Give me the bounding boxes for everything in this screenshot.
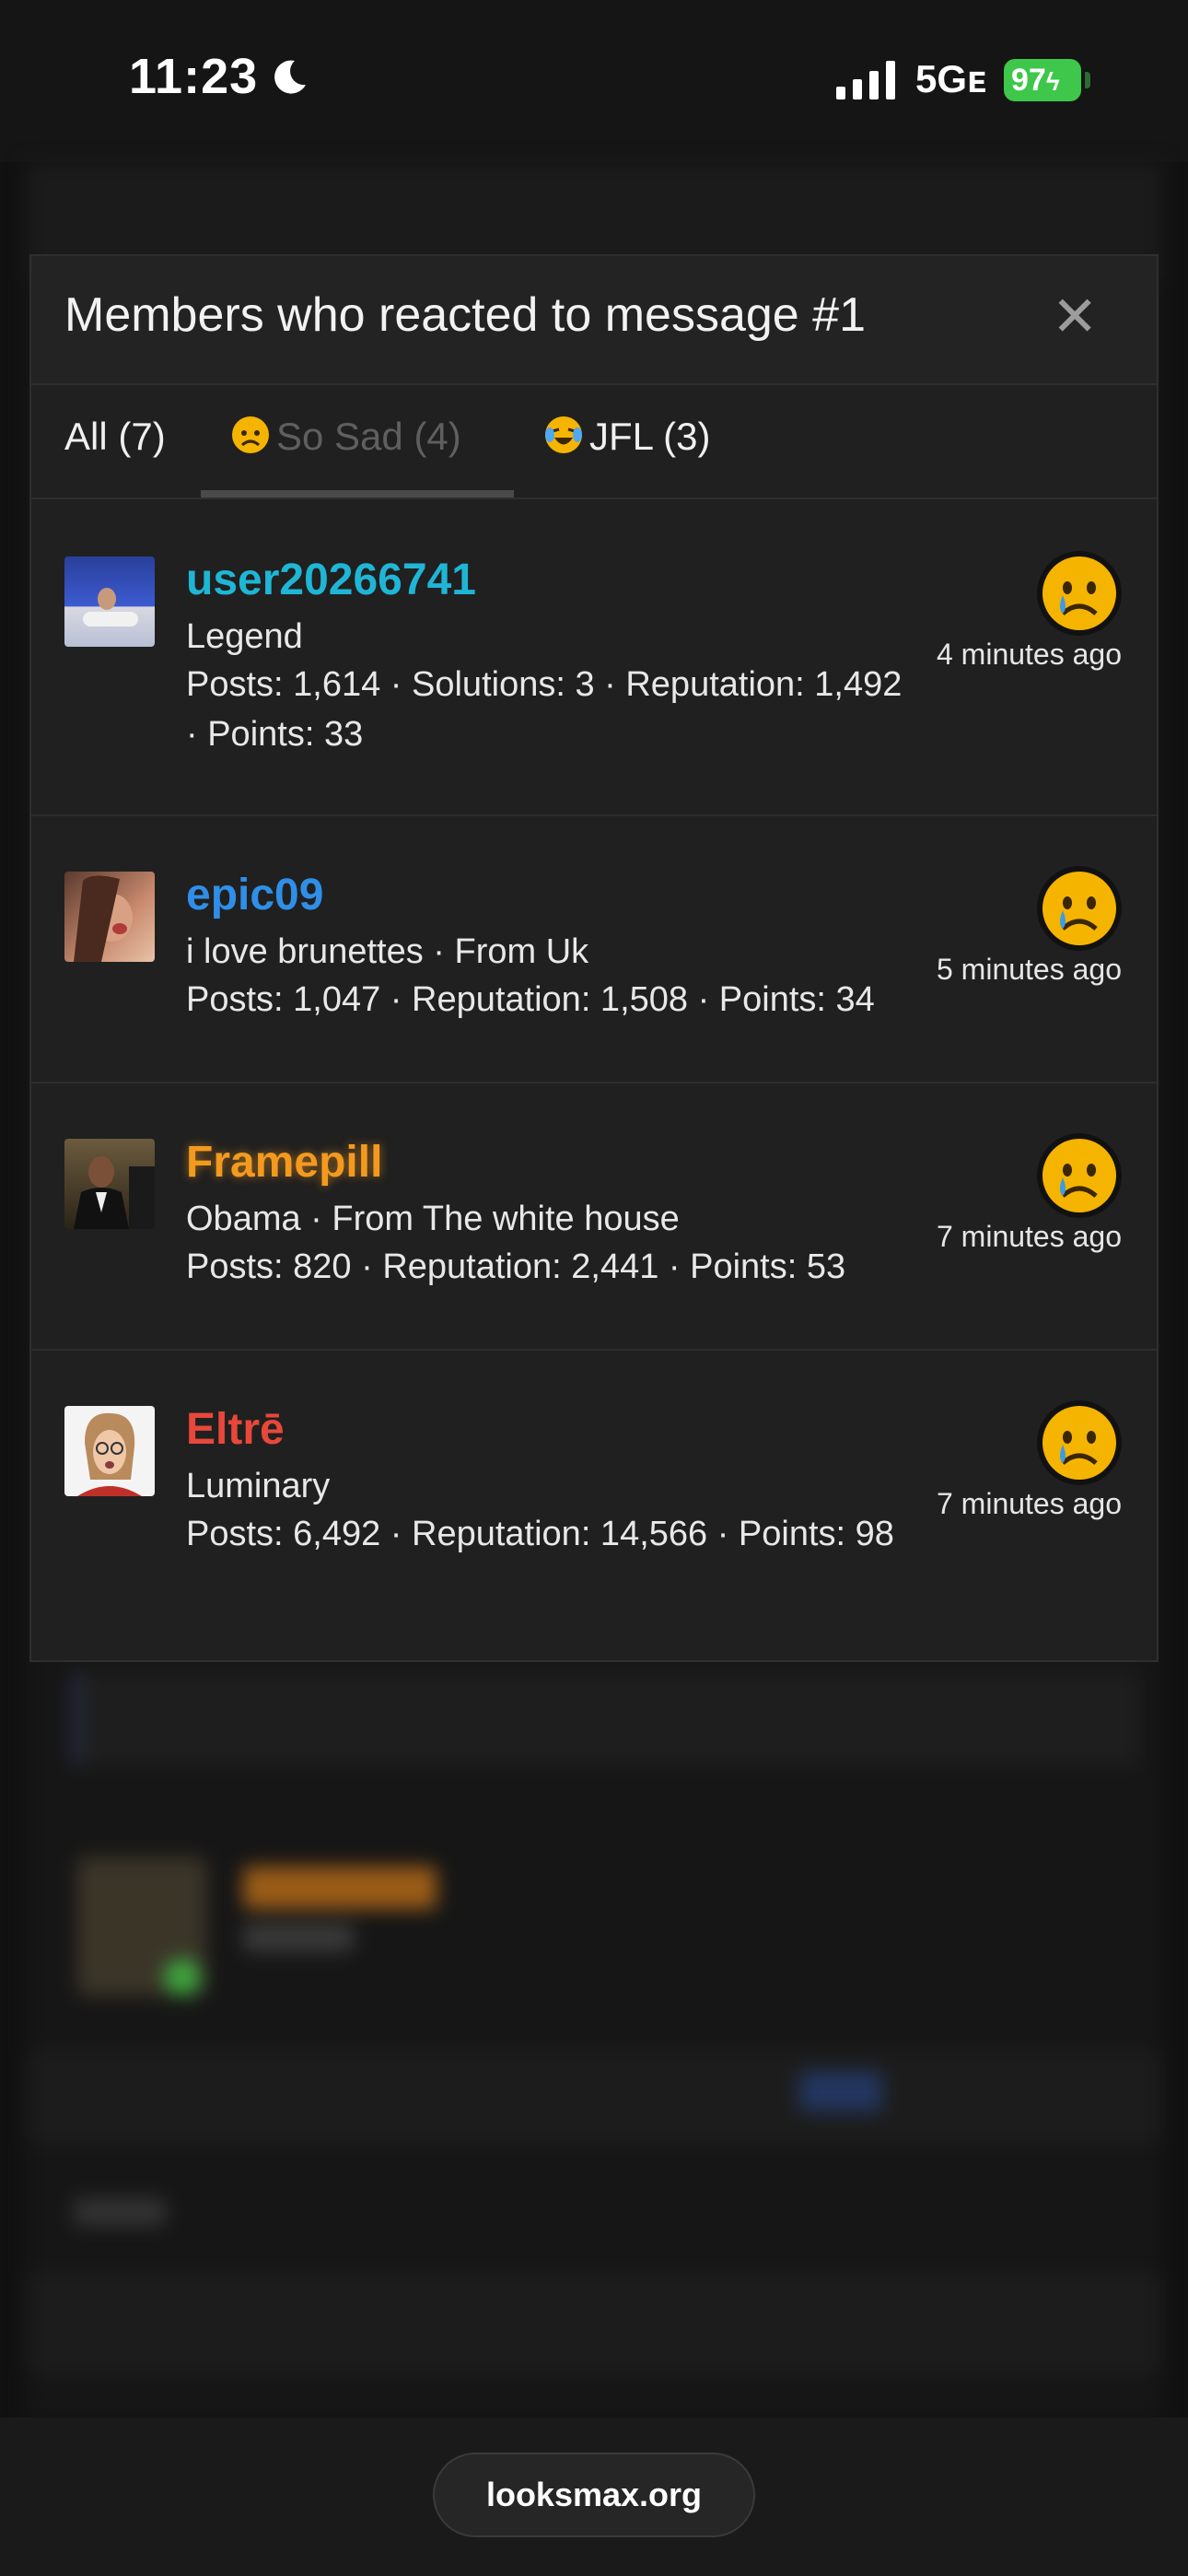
member-name-text: user20266741 [186,556,476,604]
member-name-text: epic09 [186,871,324,919]
sad-face-icon [232,416,269,453]
battery-level: 97 [1011,63,1046,98]
member-title: Legend [186,617,303,656]
battery-indicator: 97ϟ [1004,59,1081,101]
charging-bolt-icon: ϟ [1045,67,1060,96]
member-name-text: Eltrē [186,1405,285,1454]
reaction-time: 5 minutes ago [936,953,1122,986]
member-name[interactable]: Eltrē [186,1404,285,1455]
background-user-title [243,1924,354,1951]
tab-jfl-label: JFL (3) [589,415,711,458]
reaction-time: 7 minutes ago [936,1220,1122,1253]
avatar[interactable] [64,872,155,962]
moon-icon [274,60,306,94]
avatar-image [74,1156,155,1229]
avatar-image [77,1412,142,1496]
member-stats: Posts: 820 · Reputation: 2,441 · Points:… [186,1247,846,1286]
status-time: 11:23 [129,49,259,104]
so-sad-reaction-icon [1037,1133,1122,1218]
member-row: Eltrē Luminary Posts: 6,492 · Reputation… [31,1349,1157,1660]
member-title: Luminary [186,1467,331,1505]
url-bar[interactable]: looksmax.org [433,2453,755,2537]
tab-so-sad-label: So Sad (4) [276,415,461,458]
cellular-signal-icon [836,61,895,100]
member-name-text: Framepill [186,1138,383,1187]
reactions-modal: Members who reacted to message #1 ✕ All … [29,254,1159,1662]
background-post-text [74,2198,166,2226]
reaction-time: 7 minutes ago [936,1487,1122,1520]
avatar-image [83,588,138,626]
network-type: 5Gᴇ [915,57,987,100]
reaction-time: 4 minutes ago [936,638,1122,671]
tab-so-sad[interactable]: So Sad (4) [230,415,461,459]
member-stats: Posts: 6,492 · Reputation: 14,566 · Poin… [186,1515,894,1553]
avatar-image [74,875,133,962]
member-row: epic09 i love brunettes · From Uk Posts:… [31,814,1157,1083]
background-online-dot [164,1959,201,1996]
member-name[interactable]: user20266741 [186,555,476,605]
avatar[interactable] [64,1406,155,1496]
background-post-actions [26,2272,1162,2373]
so-sad-reaction-icon [1037,1400,1122,1485]
battery-nub [1085,72,1090,88]
member-stats: Posts: 1,047 · Reputation: 1,508 · Point… [186,980,875,1019]
member-name[interactable]: epic09 [186,870,323,920]
so-sad-reaction-icon [1037,551,1122,636]
background-reaction-bar [74,1673,1138,1765]
background-post-meta-bar [26,2051,1162,2143]
modal-title: Members who reacted to message #1 [64,288,866,342]
avatar[interactable] [64,556,155,647]
tab-all-label: All (7) [64,415,166,458]
member-stats: Posts: 1,614 · Solutions: 3 · Reputation… [186,665,903,754]
modal-header: Members who reacted to message #1 ✕ [31,256,1157,385]
close-icon[interactable]: ✕ [1052,289,1098,345]
status-bar: 11:23 5Gᴇ 97ϟ [0,0,1188,162]
tab-jfl[interactable]: JFL (3) [543,415,710,459]
member-name[interactable]: Framepill [186,1137,382,1188]
background-new-badge [799,2071,882,2112]
avatar[interactable] [64,1139,155,1229]
tab-all[interactable]: All (7) [64,415,166,459]
member-row: user20266741 Legend Posts: 1,614 · Solut… [31,499,1157,816]
active-tab-indicator [201,490,514,498]
member-title: i love brunettes · From Uk [186,932,589,971]
background-username [243,1867,437,1909]
member-title: Obama · From The white house [186,1200,680,1238]
so-sad-reaction-icon [1037,866,1122,951]
reaction-tabs: All (7) So Sad (4) JFL (3) [31,383,1157,499]
member-row: Framepill Obama · From The white house P… [31,1082,1157,1351]
laughing-crying-icon [545,416,582,453]
